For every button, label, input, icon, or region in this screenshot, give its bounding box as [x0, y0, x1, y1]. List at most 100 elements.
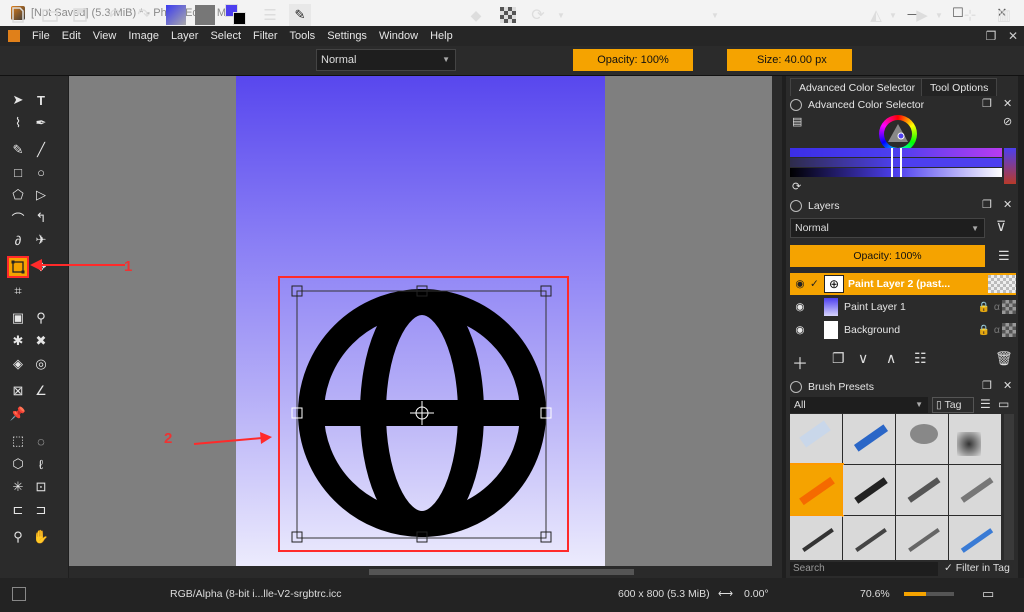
redo-icon[interactable]: ↷ [134, 4, 154, 26]
menu-file[interactable]: File [26, 30, 56, 42]
float-panel-icon[interactable]: ❐ [982, 97, 992, 110]
bezier-select-icon[interactable]: ⊏ [9, 501, 27, 519]
close-panel-icon[interactable]: ✕ [1003, 97, 1012, 110]
brush-preset-eraser[interactable] [790, 414, 842, 464]
menu-filter[interactable]: Filter [247, 30, 283, 42]
chevron-down-icon[interactable]: ▼ [710, 4, 720, 26]
filter-icon[interactable]: ⊽ [996, 218, 1006, 235]
close-panel-icon[interactable]: ✕ [1003, 198, 1012, 211]
opacity-slider[interactable]: Opacity: 100% [573, 49, 693, 71]
magnetic-select-icon[interactable]: ⊐ [32, 501, 50, 519]
brush-preset-pencil-selected[interactable] [790, 463, 844, 517]
brush-preset-flat-brush[interactable] [896, 516, 948, 560]
close-document-icon[interactable]: ✕ [1002, 26, 1024, 46]
assistant-tool-icon[interactable]: ✖ [32, 332, 50, 350]
menu-view[interactable]: View [87, 30, 123, 42]
value-slider[interactable] [790, 168, 1002, 177]
inherit-alpha-icon[interactable] [1002, 323, 1016, 337]
add-layer-icon[interactable]: ＋ [792, 350, 808, 374]
float-panel-icon[interactable]: ❐ [982, 379, 992, 392]
layer-row-paint-layer-2[interactable]: ◉ ✓ ⊕ Paint Layer 2 (past... [790, 273, 1016, 295]
color-picker-icon[interactable]: ⚲ [32, 309, 50, 327]
brush-preset-blender[interactable] [896, 414, 948, 464]
duplicate-layer-icon[interactable]: ❐ [832, 350, 845, 367]
angle-tool-icon[interactable]: ∠ [32, 382, 50, 400]
menu-select[interactable]: Select [204, 30, 247, 42]
eye-icon[interactable]: ◉ [790, 278, 810, 290]
brush-preset-felt-pen[interactable] [843, 465, 895, 515]
brush-tool-icon[interactable]: ✎ [9, 141, 27, 159]
lock-icon[interactable]: 🔒 [977, 302, 989, 313]
move-layer-up-icon[interactable]: ∧ [886, 350, 896, 367]
color-settings-icon[interactable]: ▤ [792, 115, 802, 128]
measure-icon[interactable]: ⊠ [9, 382, 27, 400]
crop-tool-icon[interactable]: ⌗ [9, 282, 27, 300]
gradient-tool-icon[interactable]: ▣ [9, 309, 27, 327]
chevron-down-icon[interactable]: ▼ [934, 4, 944, 26]
refresh-icon[interactable]: ⟳ [792, 180, 801, 193]
workspace-icon[interactable]: ▥ [994, 4, 1014, 26]
layer-blend-dropdown[interactable]: Normal ▼ [790, 218, 985, 238]
fg-bg-color-icon[interactable] [224, 4, 248, 26]
zoom-tool-icon[interactable]: ⚲ [9, 528, 27, 546]
transform-tool-icon[interactable] [7, 256, 29, 278]
reference-pin-icon[interactable]: 📌 [9, 405, 27, 423]
menu-edit[interactable]: Edit [56, 30, 87, 42]
new-document-icon[interactable] [8, 4, 28, 26]
saturation-slider[interactable] [790, 158, 1002, 167]
no-color-icon[interactable]: ⊘ [1003, 115, 1012, 128]
chevron-down-icon[interactable]: ▼ [556, 4, 566, 26]
size-slider[interactable]: Size: 40.00 px [727, 49, 852, 71]
close-panel-icon[interactable]: ✕ [1003, 379, 1012, 392]
select-shapes-icon[interactable]: ➤ [9, 91, 27, 109]
inherit-alpha-icon[interactable] [1002, 300, 1016, 314]
color-profile-label[interactable]: RGB/Alpha (8-bit i...lle-V2-srgbtrc.icc [170, 588, 342, 600]
menu-icon[interactable]: ☰ [980, 397, 991, 411]
save-icon[interactable] [70, 4, 90, 26]
brush-preset-fine-pen[interactable] [790, 516, 842, 560]
color-history-strip[interactable] [1004, 148, 1016, 184]
polyline-tool-icon[interactable]: ▷ [32, 186, 50, 204]
menu-tools[interactable]: Tools [284, 30, 322, 42]
freehand-select-icon[interactable]: ℓ [32, 455, 50, 473]
menu-icon[interactable]: ☰ [998, 248, 1010, 264]
brush-preset-marker[interactable] [843, 414, 895, 464]
mirror-vertical-icon[interactable]: ▶ [912, 4, 932, 26]
menu-image[interactable]: Image [122, 30, 165, 42]
alpha-icon[interactable]: α [994, 324, 1000, 336]
move-layer-down-icon[interactable]: ∨ [858, 350, 868, 367]
layer-row-paint-layer-1[interactable]: ◉ Paint Layer 1 🔒 α [790, 296, 1016, 318]
dynamic-brush-icon[interactable]: ∂ [9, 231, 27, 249]
brush-preset-watercolor[interactable] [949, 516, 1001, 560]
open-folder-icon[interactable] [40, 4, 60, 26]
pan-tool-icon[interactable]: ✋ [32, 528, 50, 546]
eraser-icon[interactable]: ◆ [466, 4, 486, 26]
calligraphy-icon[interactable]: ✒ [32, 114, 50, 132]
smart-patch-icon[interactable]: ✱ [9, 332, 27, 350]
rotation-value[interactable]: 0.00° [744, 588, 769, 600]
polygon-select-icon[interactable]: ⬡ [9, 455, 27, 473]
wrap-around-icon[interactable]: ⊹ [960, 4, 980, 26]
layer-properties-icon[interactable]: ☷ [914, 350, 927, 367]
pattern-preset-icon[interactable] [194, 4, 216, 26]
rotation-icon[interactable]: ⟷ [718, 588, 733, 600]
menu-help[interactable]: Help [424, 30, 459, 42]
display-icon[interactable]: ▭ [982, 586, 994, 602]
brush-preset-charcoal[interactable] [896, 465, 948, 515]
restore-document-icon[interactable]: ❐ [980, 26, 1002, 46]
polygon-tool-icon[interactable]: ⬠ [9, 186, 27, 204]
tab-tool-options[interactable]: Tool Options [921, 78, 998, 96]
multibrush-icon[interactable]: ✈ [32, 231, 50, 249]
eye-icon[interactable]: ◉ [790, 324, 810, 336]
lock-icon[interactable]: 🔒 [977, 325, 989, 336]
vertical-scrollbar[interactable] [772, 76, 782, 578]
alpha-lock-icon[interactable] [498, 4, 518, 26]
rectangle-tool-icon[interactable]: □ [9, 163, 27, 181]
zoom-value[interactable]: 70.6% [860, 588, 890, 600]
layer-opacity-slider[interactable]: Opacity: 100% [790, 245, 985, 267]
brush-preset-pastel[interactable] [949, 465, 1001, 515]
filter-in-tag-checkbox[interactable]: ✓ Filter in Tag [944, 562, 1010, 574]
magic-wand-icon[interactable]: ✳ [9, 478, 27, 496]
horizontal-scrollbar[interactable] [69, 566, 772, 578]
checkbox-icon[interactable]: ✓ [810, 278, 824, 290]
